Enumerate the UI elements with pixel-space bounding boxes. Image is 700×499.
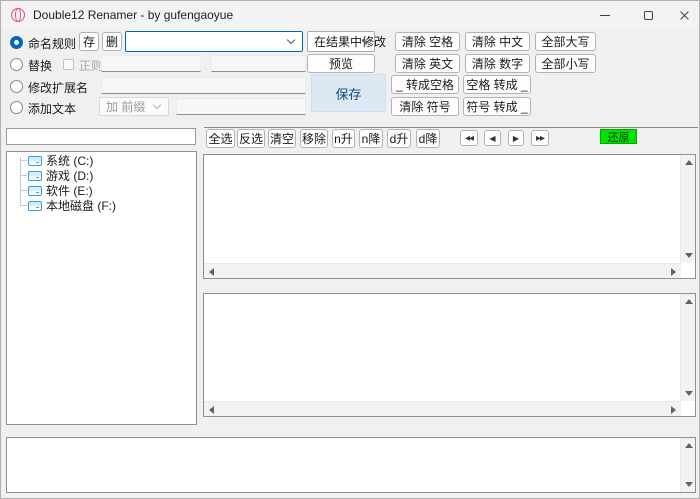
extension-label: 修改扩展名 bbox=[28, 79, 88, 96]
move-prev-button[interactable]: ◀ bbox=[484, 130, 501, 146]
scroll-right-icon bbox=[671, 406, 676, 414]
clear-english-button[interactable]: 清除 英文 bbox=[395, 54, 460, 73]
tree-item-drive-d[interactable]: 游戏 (D:) bbox=[28, 168, 93, 183]
maximize-icon bbox=[644, 11, 653, 20]
file-list-panel[interactable] bbox=[203, 154, 696, 279]
drive-tree-panel[interactable]: 系统 (C:) 游戏 (D:) 软件 (E:) 本地磁盘 (F:) bbox=[6, 151, 197, 425]
path-filter-input[interactable] bbox=[6, 128, 196, 145]
delete-rule-button[interactable]: 删 bbox=[102, 32, 122, 51]
drive-icon bbox=[28, 201, 42, 211]
underscore-to-space-button[interactable]: _ 转成空格 bbox=[391, 75, 459, 94]
uppercase-button[interactable]: 全部大写 bbox=[535, 32, 596, 51]
clear-digits-button[interactable]: 清除 数字 bbox=[465, 54, 530, 73]
drive-icon bbox=[28, 171, 42, 181]
replace-with-input[interactable] bbox=[211, 55, 306, 72]
sort-date-asc-button[interactable]: d升 bbox=[387, 129, 411, 148]
tree-item-label: 本地磁盘 (F:) bbox=[46, 197, 116, 214]
clear-space-button[interactable]: 清除 空格 bbox=[395, 32, 460, 51]
chevron-down-icon bbox=[287, 35, 295, 43]
tree-connector bbox=[20, 175, 27, 176]
scroll-up-icon bbox=[685, 443, 693, 448]
radio-extension[interactable] bbox=[10, 80, 23, 93]
remove-button[interactable]: 移除 bbox=[300, 129, 328, 148]
symbol-to-underscore-button[interactable]: 符号 转成 _ bbox=[463, 97, 531, 116]
sort-date-desc-button[interactable]: d降 bbox=[416, 129, 440, 148]
tree-connector bbox=[20, 190, 27, 191]
tree-item-drive-f[interactable]: 本地磁盘 (F:) bbox=[28, 198, 116, 213]
result-list-panel[interactable] bbox=[203, 293, 696, 417]
result-list-hscrollbar[interactable] bbox=[204, 401, 681, 416]
scroll-down-icon bbox=[685, 253, 693, 258]
save-button[interactable]: 保存 bbox=[311, 74, 386, 112]
log-vscrollbar[interactable] bbox=[680, 438, 695, 492]
invert-select-button[interactable]: 反选 bbox=[237, 129, 265, 148]
sort-name-desc-button[interactable]: n降 bbox=[359, 129, 383, 148]
tree-connector bbox=[20, 160, 27, 161]
prefix-select[interactable]: 加 前缀 bbox=[99, 97, 169, 116]
tree-connector bbox=[20, 205, 27, 206]
log-textarea[interactable] bbox=[6, 437, 696, 493]
app-icon bbox=[11, 8, 25, 22]
result-list-vscrollbar[interactable] bbox=[680, 294, 695, 401]
clear-symbols-button[interactable]: 清除 符号 bbox=[391, 97, 459, 116]
scroll-down-icon bbox=[685, 482, 693, 487]
scroll-down-icon bbox=[685, 391, 693, 396]
extension-input[interactable] bbox=[101, 77, 306, 94]
drive-icon bbox=[28, 186, 42, 196]
tree-item-drive-e[interactable]: 软件 (E:) bbox=[28, 183, 93, 198]
window-title: Double12 Renamer - by gufengaoyue bbox=[33, 8, 233, 22]
move-last-button[interactable]: ▶▶ bbox=[531, 130, 549, 146]
scroll-up-icon bbox=[685, 299, 693, 304]
minimize-icon bbox=[600, 15, 610, 16]
preview-button[interactable]: 预览 bbox=[307, 54, 375, 73]
scroll-right-icon bbox=[671, 268, 676, 276]
add-text-label: 添加文本 bbox=[28, 100, 76, 117]
lowercase-button[interactable]: 全部小写 bbox=[535, 54, 596, 73]
file-list-hscrollbar[interactable] bbox=[204, 263, 681, 278]
scroll-left-icon bbox=[209, 406, 214, 414]
naming-rule-label: 命名规则 bbox=[28, 35, 76, 52]
close-button[interactable] bbox=[667, 1, 700, 29]
drive-icon bbox=[28, 156, 42, 166]
scroll-left-icon bbox=[209, 268, 214, 276]
regex-checkbox[interactable] bbox=[63, 59, 74, 70]
title-bar: Double12 Renamer - by gufengaoyue bbox=[1, 1, 699, 29]
close-icon bbox=[679, 10, 690, 21]
select-all-button[interactable]: 全选 bbox=[206, 129, 235, 148]
tree-connector bbox=[20, 157, 21, 206]
regex-label: 正则 bbox=[79, 57, 103, 74]
radio-replace[interactable] bbox=[10, 58, 23, 71]
chevron-down-icon bbox=[153, 100, 161, 108]
scroll-up-icon bbox=[685, 160, 693, 165]
tree-item-drive-c[interactable]: 系统 (C:) bbox=[28, 153, 93, 168]
file-list-vscrollbar[interactable] bbox=[680, 155, 695, 263]
add-text-input[interactable] bbox=[176, 98, 306, 115]
move-first-button[interactable]: ◀◀ bbox=[460, 130, 478, 146]
prefix-select-value: 加 前缀 bbox=[106, 98, 145, 115]
replace-search-input[interactable] bbox=[101, 55, 201, 72]
clear-chinese-button[interactable]: 清除 中文 bbox=[465, 32, 530, 51]
space-to-underscore-button[interactable]: 空格 转成 _ bbox=[463, 75, 531, 94]
restore-button[interactable]: 还原 bbox=[600, 129, 637, 144]
clear-list-button[interactable]: 清空 bbox=[268, 129, 296, 148]
rule-name-combobox[interactable] bbox=[125, 31, 303, 52]
minimize-button[interactable] bbox=[586, 1, 624, 29]
app-window: Double12 Renamer - by gufengaoyue 命名规则 存… bbox=[0, 0, 700, 499]
radio-add-text[interactable] bbox=[10, 101, 23, 114]
replace-label: 替换 bbox=[28, 57, 52, 74]
store-rule-button[interactable]: 存 bbox=[79, 32, 99, 51]
mode-select[interactable]: 在结果中修改 bbox=[307, 31, 375, 52]
radio-naming-rule[interactable] bbox=[10, 36, 23, 49]
maximize-button[interactable] bbox=[629, 1, 667, 29]
sort-name-asc-button[interactable]: n升 bbox=[332, 129, 355, 148]
mode-select-value: 在结果中修改 bbox=[314, 33, 386, 50]
move-next-button[interactable]: ▶ bbox=[508, 130, 524, 146]
